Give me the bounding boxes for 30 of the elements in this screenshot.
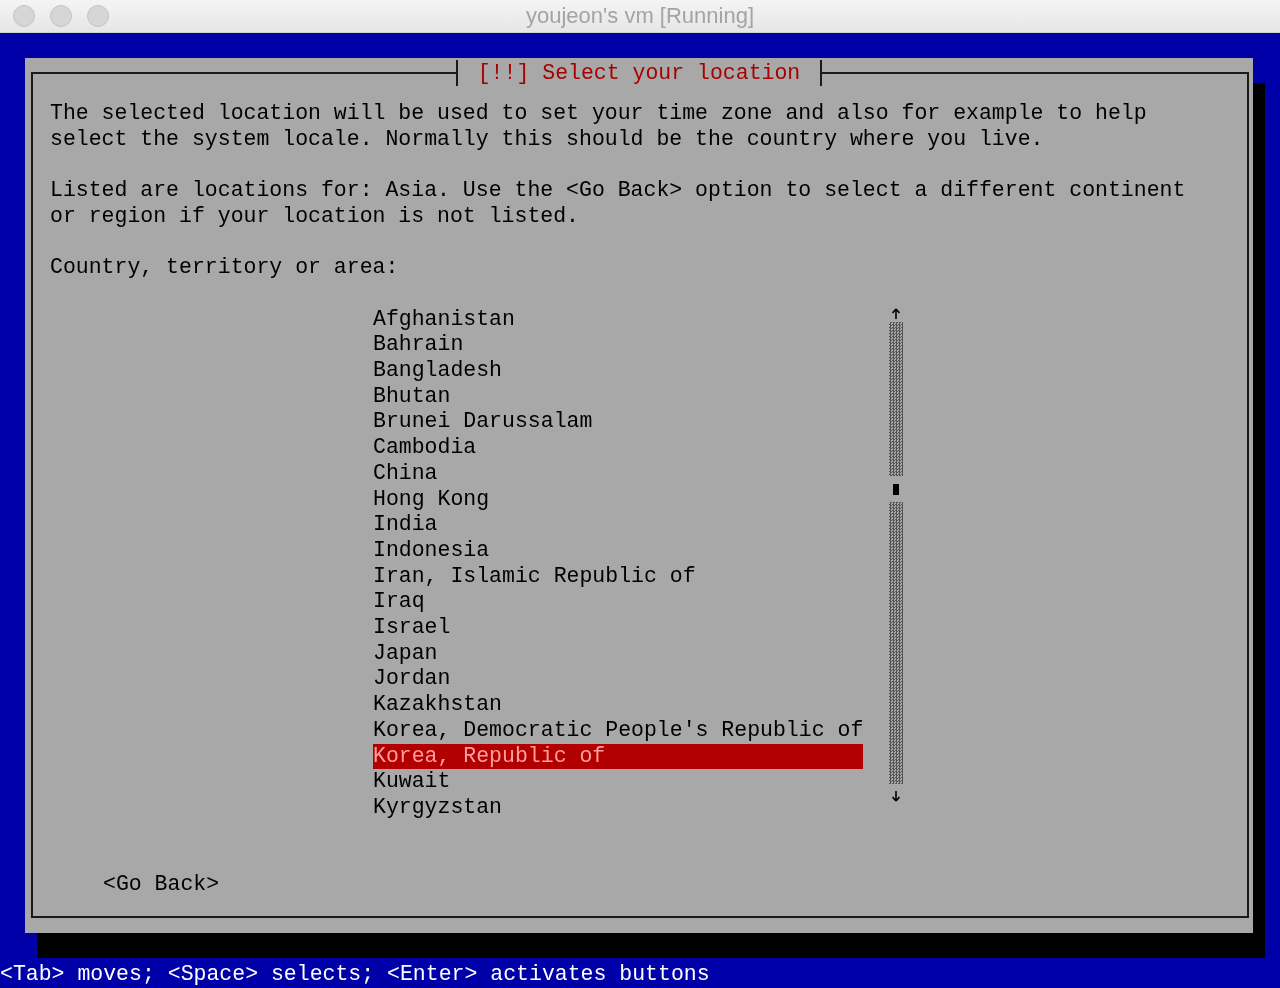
country-item[interactable]: India [373, 512, 864, 538]
country-item[interactable]: Kazakhstan [373, 692, 864, 718]
country-item[interactable]: Cambodia [373, 435, 864, 461]
country-item[interactable]: Kyrgyzstan [373, 794, 864, 821]
country-item[interactable]: China [373, 460, 864, 487]
country-item[interactable]: Bangladesh [373, 358, 864, 384]
country-item[interactable]: Afghanistan [373, 306, 864, 333]
country-item[interactable]: Bhutan [373, 383, 864, 410]
country-item[interactable]: Bahrain [373, 332, 864, 358]
country-item[interactable]: Brunei Darussalam [373, 409, 864, 436]
country-item[interactable]: Israel [373, 615, 864, 641]
country-item[interactable]: Japan [373, 640, 864, 667]
country-item[interactable]: Indonesia [373, 537, 864, 564]
scroll-up-icon[interactable] [891, 307, 902, 320]
description-text: Listed are locations for: Asia. Use the <Go Back> option to select a different continent or region if your location is not listed. [50, 178, 1187, 230]
go-back-button[interactable]: <Go Back> [103, 872, 220, 898]
status-bar-text: <Tab> moves; <Space> selects; <Enter> activates buttons [0, 961, 710, 988]
country-item[interactable]: Korea, Republic of [373, 743, 864, 770]
country-item[interactable]: Hong Kong [373, 486, 864, 513]
list-prompt: Country, territory or area: [50, 255, 399, 281]
description-text: The selected location will be used to set your time zone and also for example to help select the system locale. Normally this should be the country where you live. [50, 101, 1148, 153]
country-item[interactable]: Iran, Islamic Republic of [373, 563, 864, 590]
dialog-title: [!!] Select your location [455, 60, 823, 86]
country-item[interactable]: Kuwait [373, 769, 864, 795]
scrollbar-thumb[interactable] [893, 483, 900, 495]
scroll-down-icon[interactable] [891, 789, 902, 802]
country-item[interactable]: Jordan [373, 666, 864, 693]
country-item[interactable]: Iraq [373, 589, 864, 615]
country-item[interactable]: Korea, Democratic People's Republic of [373, 717, 864, 744]
window-title: youjeon's vm [Running] [526, 3, 754, 29]
